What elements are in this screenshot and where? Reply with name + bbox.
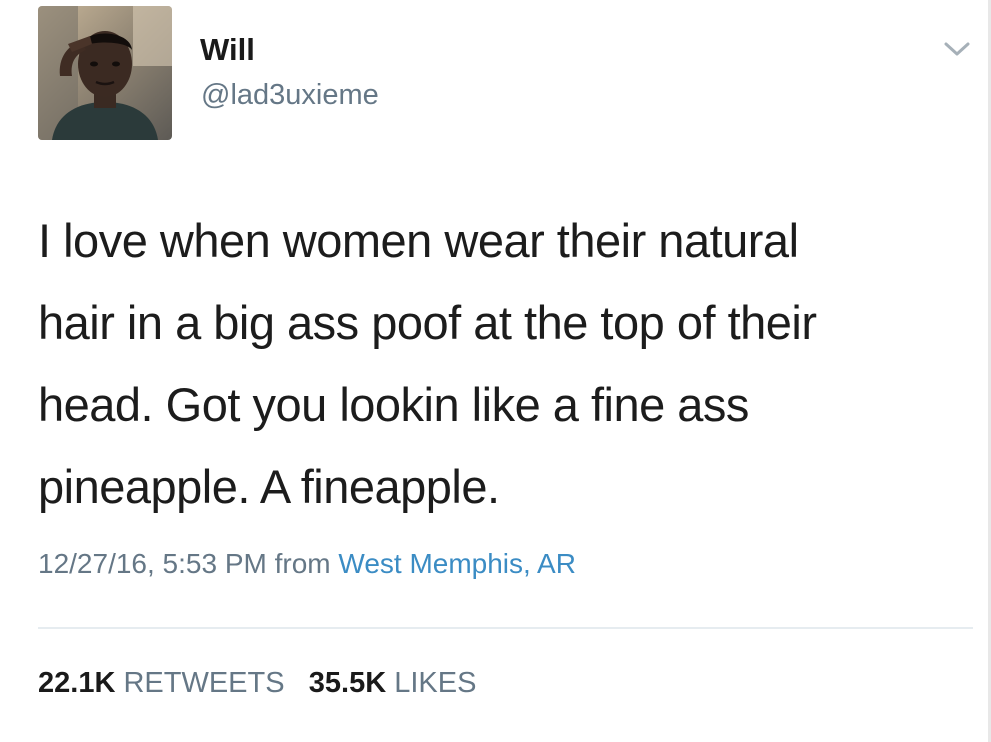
tweet-card: Will @lad3uxieme I love when women wear … [0, 0, 991, 742]
tweet-location-link[interactable]: West Memphis, AR [338, 548, 576, 579]
user-handle[interactable]: @lad3uxieme [201, 79, 379, 112]
from-label: from [274, 548, 331, 579]
chevron-down-icon[interactable] [942, 38, 972, 60]
tweet-timestamp[interactable]: 12/27/16, 5:53 PM [38, 548, 267, 579]
tweet-meta: 12/27/16, 5:53 PM from West Memphis, AR [38, 548, 576, 580]
likes-count: 35.5K [308, 667, 387, 699]
retweets-label: RETWEETS [123, 667, 285, 699]
tweet-text: I love when women wear their natural hai… [38, 200, 968, 528]
likes-stat[interactable]: 35.5K LIKES [309, 667, 477, 699]
likes-label: LIKES [394, 667, 477, 699]
tweet-text-line: pineapple. A fineapple. [38, 460, 500, 513]
retweets-stat[interactable]: 22.1K RETWEETS [38, 667, 285, 699]
divider [38, 627, 973, 629]
avatar-photo-icon [38, 6, 172, 140]
tweet-text-line: head. Got you lookin like a fine ass [38, 378, 749, 431]
tweet-stats: 22.1K RETWEETS 35.5K LIKES [38, 667, 476, 700]
display-name[interactable]: Will [200, 32, 255, 68]
tweet-text-line: I love when women wear their natural [38, 214, 799, 267]
tweet-text-line: hair in a big ass poof at the top of the… [38, 296, 817, 349]
retweets-count: 22.1K [38, 667, 116, 699]
avatar[interactable] [38, 6, 172, 140]
